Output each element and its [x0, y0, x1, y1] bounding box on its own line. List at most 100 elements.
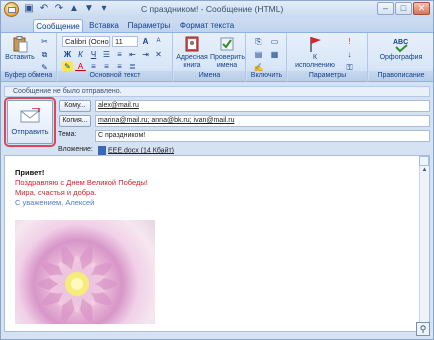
format-row: Ж К Ч ☰ ≡ ⇤ ⇥ ✕: [62, 49, 164, 60]
attachment-file[interactable]: EEE.docx (14 Кбайт): [108, 147, 174, 154]
numbering-icon[interactable]: ≡: [114, 49, 125, 60]
address-book-label: Адресная книга: [176, 54, 208, 69]
clear-format-icon[interactable]: ✕: [153, 49, 164, 60]
group-label-basic-text: Основной текст: [58, 71, 172, 81]
underline-button[interactable]: Ч: [88, 49, 99, 60]
attach-file-icon[interactable]: ⎘: [253, 36, 264, 47]
spelling-button[interactable]: ABC Орфография: [375, 35, 427, 62]
insert-card-icon[interactable]: ▭: [269, 36, 280, 47]
bullets-icon[interactable]: ☰: [101, 49, 112, 60]
redo-icon[interactable]: ↷: [53, 3, 65, 15]
group-basic-text: Calibri (Осно 11 A A Ж К Ч ☰ ≡ ⇤ ⇥ ✕ ✎ A…: [58, 33, 173, 82]
attachment-label: Вложение:: [58, 146, 93, 153]
cc-recipients[interactable]: marina@mail.ru; anna@bk.ru; ivan@mail.ru: [98, 117, 234, 124]
vertical-scrollbar[interactable]: ▲ ▼: [419, 166, 429, 332]
flag-icon: [310, 37, 321, 52]
followup-button[interactable]: К исполнению: [294, 35, 336, 70]
zoom-icon[interactable]: ⚲: [416, 322, 430, 336]
subject-label: Тема:: [58, 131, 77, 138]
to-button[interactable]: Кому...: [59, 100, 91, 112]
office-button[interactable]: [4, 2, 19, 17]
spelling-icon: ABC: [393, 39, 408, 53]
window-controls: – □ ✕: [377, 2, 430, 15]
cut-icon[interactable]: ✂: [39, 36, 50, 47]
info-bar: Сообщение не было отправлено.: [4, 86, 430, 97]
high-importance-icon[interactable]: !: [344, 36, 355, 47]
signature-line: С уважением, Алексей: [15, 198, 95, 207]
flower-picture: [37, 246, 117, 322]
maximize-button[interactable]: □: [395, 2, 412, 15]
paste-label: Вставить: [5, 54, 35, 61]
insert-calendar-icon[interactable]: ▦: [269, 49, 280, 60]
tab-message[interactable]: Сообщение: [33, 19, 83, 33]
address-book-icon: [185, 36, 199, 52]
close-button[interactable]: ✕: [413, 2, 430, 15]
to-recipient[interactable]: alex@mail.ru: [98, 102, 139, 109]
group-include: ⎘ ▤ ✍ ▭ ▦ Включить: [247, 33, 287, 82]
low-importance-icon[interactable]: ↓: [344, 49, 355, 60]
send-button[interactable]: Отправить: [4, 97, 56, 147]
window-title: С праздником! - Сообщение (HTML): [141, 4, 284, 14]
group-label-names: Имена: [174, 71, 245, 81]
decrease-indent-icon[interactable]: ⇤: [127, 49, 138, 60]
down-arrow-icon[interactable]: ▼: [83, 3, 95, 15]
subject-field[interactable]: С праздником!: [95, 130, 430, 142]
qat-customize-icon[interactable]: ▾: [98, 3, 110, 15]
attach-item-icon[interactable]: ▤: [253, 49, 264, 60]
wishes-line: Мира, счастья и добра.: [15, 188, 97, 197]
tab-format-text[interactable]: Формат текста: [175, 19, 239, 33]
group-clipboard: Вставить ✂ ⧉ ✎ Буфер обмена: [1, 33, 57, 82]
word-doc-icon: [98, 146, 106, 155]
title-bar: ▣ ↶ ↷ ▲ ▼ ▾ С праздником! - Сообщение (H…: [1, 1, 433, 18]
grow-font-icon[interactable]: A: [140, 36, 151, 47]
tab-insert[interactable]: Вставка: [85, 19, 123, 33]
copy-icon[interactable]: ⧉: [39, 49, 50, 60]
include-small-buttons-2: ▭ ▦: [269, 36, 280, 60]
paste-button[interactable]: Вставить: [5, 35, 35, 62]
clipboard-icon: [13, 36, 28, 53]
font-size-combo[interactable]: 11: [112, 36, 138, 47]
ribbon: Вставить ✂ ⧉ ✎ Буфер обмена Calibri (Осн…: [1, 32, 433, 82]
save-icon[interactable]: ▣: [23, 3, 35, 15]
ruler-toggle-button[interactable]: [419, 156, 429, 166]
increase-indent-icon[interactable]: ⇥: [140, 49, 151, 60]
group-names: Адресная книга Проверить имена Имена: [174, 33, 246, 82]
flower-image: [15, 220, 155, 324]
quick-access-toolbar: ▣ ↶ ↷ ▲ ▼ ▾: [23, 3, 110, 15]
undo-icon[interactable]: ↶: [38, 3, 50, 15]
outlook-message-window: ▣ ↶ ↷ ▲ ▼ ▾ С праздником! - Сообщение (H…: [0, 0, 434, 340]
message-body[interactable]: ▲ ▼ Привет! Поздравляю с Днем Великой По…: [4, 155, 430, 332]
clipboard-small-buttons: ✂ ⧉ ✎: [39, 36, 50, 73]
group-label-clipboard: Буфер обмена: [1, 71, 56, 81]
font-name-combo[interactable]: Calibri (Осно: [62, 36, 110, 47]
bold-button[interactable]: Ж: [62, 49, 73, 60]
group-label-include: Включить: [247, 71, 286, 81]
options-small-buttons: ! ↓ ⚿: [344, 36, 355, 73]
ribbon-tabs: Сообщение Вставка Параметры Формат текст…: [1, 18, 433, 33]
send-label: Отправить: [11, 127, 49, 136]
group-proofing: ABC Орфография Правописание: [369, 33, 433, 82]
congrats-line: Поздравляю с Днем Великой Победы!: [15, 178, 148, 187]
send-envelope-icon: [20, 108, 40, 123]
check-names-button[interactable]: Проверить имена: [210, 35, 246, 70]
shrink-font-icon[interactable]: A: [153, 36, 164, 47]
cc-field[interactable]: marina@mail.ru; anna@bk.ru; ivan@mail.ru: [95, 115, 430, 127]
check-names-icon: [220, 37, 234, 51]
greeting-line: Привет!: [15, 168, 45, 177]
italic-button[interactable]: К: [75, 49, 86, 60]
scroll-up-icon[interactable]: ▲: [420, 166, 429, 175]
tab-options[interactable]: Параметры: [125, 19, 173, 33]
up-arrow-icon[interactable]: ▲: [68, 3, 80, 15]
spelling-label: Орфография: [379, 54, 423, 61]
minimize-button[interactable]: –: [377, 2, 394, 15]
group-label-proofing: Правописание: [369, 71, 433, 81]
address-book-button[interactable]: Адресная книга: [176, 35, 208, 70]
message-text: Привет! Поздравляю с Днем Великой Победы…: [15, 168, 148, 208]
group-options: К исполнению ! ↓ ⚿ Параметры: [288, 33, 368, 82]
envelope-icon: [8, 7, 16, 13]
to-field[interactable]: alex@mail.ru: [95, 100, 430, 112]
cc-button[interactable]: Копия...: [59, 115, 91, 127]
font-row: Calibri (Осно 11 A A: [62, 36, 164, 47]
check-names-label: Проверить имена: [210, 54, 246, 69]
group-label-options: Параметры: [288, 71, 367, 81]
